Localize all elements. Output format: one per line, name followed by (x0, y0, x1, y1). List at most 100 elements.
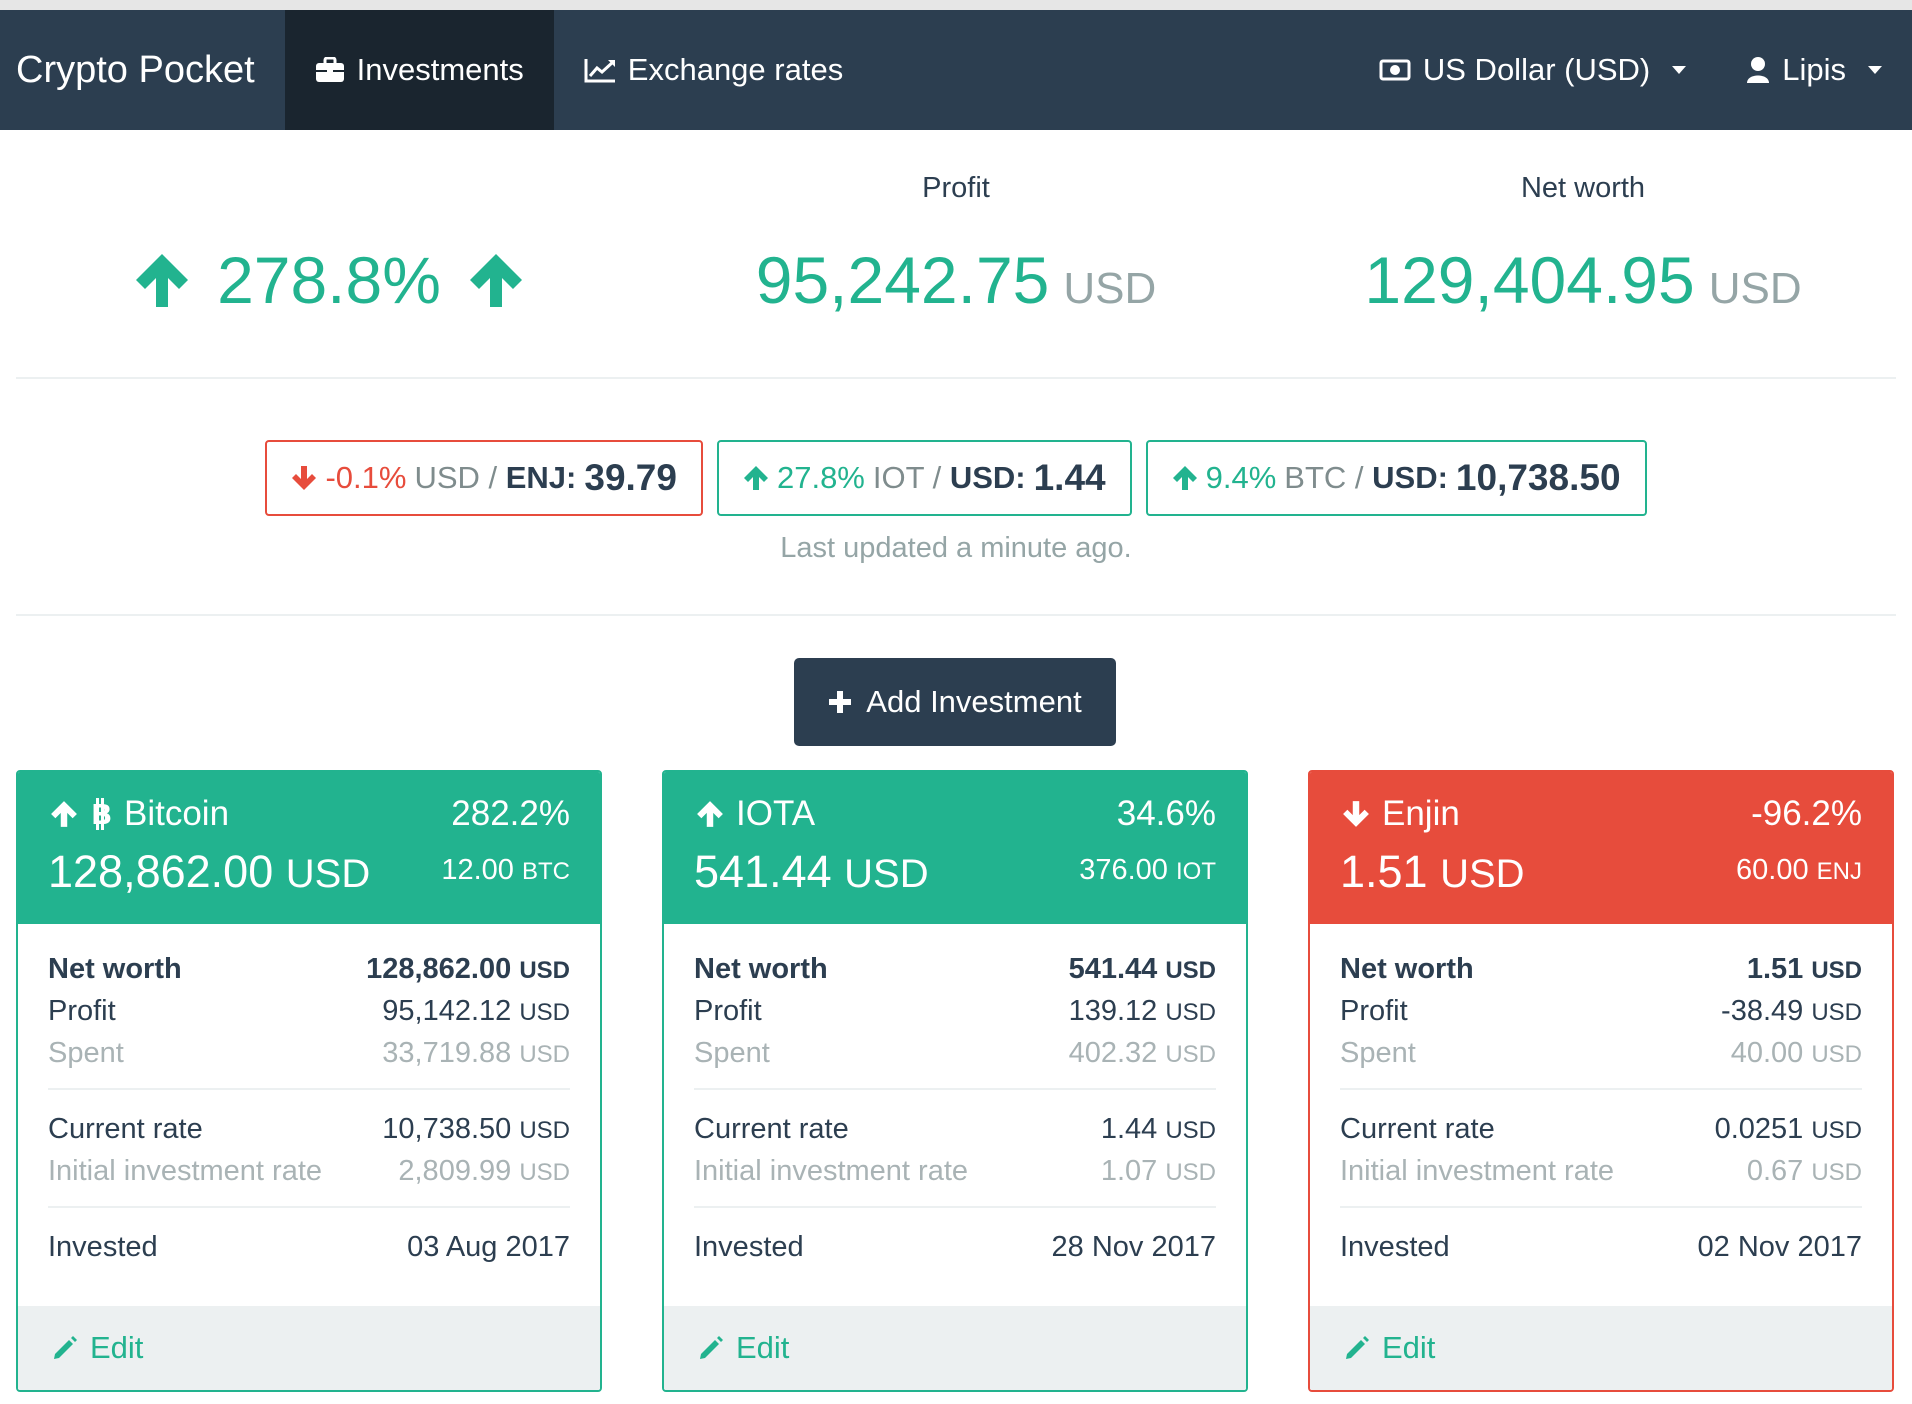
rate-value: 39.79 (584, 457, 677, 498)
card-name: IOTA (736, 794, 816, 833)
nav-investments-label: Investments (356, 52, 524, 87)
current-rate-row: Current rate 0.0251 USD (1340, 1112, 1862, 1145)
divider (16, 377, 1896, 379)
navbar: Crypto Pocket Investments Exchange rates… (0, 10, 1912, 130)
current-rate-row: Current rate 10,738.50 USD (48, 1112, 570, 1145)
divider (1340, 1206, 1862, 1208)
summary-percent-value: 278.8% (217, 243, 441, 317)
arrow-up-icon (743, 465, 769, 491)
rate-box-usd-enj[interactable]: -0.1% USD / ENJ: 39.79 (265, 440, 703, 516)
initial-rate-row: Initial investment rate 2,809.99 USD (48, 1154, 570, 1187)
investment-card-iota: IOTA 34.6% 541.44 USD 376.00 IOT Net wor… (662, 770, 1248, 1392)
current-rate-row: Current rate 1.44 USD (694, 1112, 1216, 1145)
card-header: IOTA 34.6% 541.44 USD 376.00 IOT (664, 772, 1246, 924)
invested-row: Invested 03 Aug 2017 (48, 1230, 570, 1263)
rate-box-btc-usd[interactable]: 9.4% BTC / USD: 10,738.50 (1145, 440, 1647, 516)
card-worth: 541.44 USD (694, 846, 929, 897)
edit-label: Edit (90, 1330, 144, 1365)
brand-link[interactable]: Crypto Pocket (0, 10, 285, 130)
summary-networth-value: 129,404.95 (1364, 243, 1695, 317)
divider (1340, 1088, 1862, 1090)
profit-row: Profit 95,142.12 USD (48, 994, 570, 1027)
summary-profit-unit: USD (1063, 264, 1157, 313)
line-chart-icon (584, 57, 616, 83)
edit-label: Edit (736, 1330, 790, 1365)
initial-rate-row: Initial investment rate 1.07 USD (694, 1154, 1216, 1187)
card-header: B Bitcoin 282.2% 128,862.00 USD 12.00 BT… (18, 772, 600, 924)
currency-label: US Dollar (USD) (1422, 52, 1651, 87)
edit-label: Edit (1382, 1330, 1436, 1365)
plus-icon (828, 690, 852, 714)
spent-row: Spent 402.32 USD (694, 1036, 1216, 1069)
portfolio-summary: 278.8% Profit 95,242.75 USD Net worth 12… (16, 130, 1896, 378)
exchange-rate-list: -0.1% USD / ENJ: 39.79 27.8% IOT / USD: … (0, 440, 1912, 516)
rate-value: 1.44 (1033, 457, 1106, 498)
card-worth: 128,862.00 USD (48, 846, 371, 897)
add-investment-label: Add Investment (866, 684, 1082, 719)
card-name: Bitcoin (124, 794, 230, 833)
profit-row: Profit 139.12 USD (694, 994, 1216, 1027)
divider (48, 1206, 570, 1208)
briefcase-icon (315, 57, 345, 83)
pencil-icon (698, 1335, 724, 1361)
money-icon (1379, 59, 1411, 81)
top-strip (0, 0, 1912, 10)
card-percent: 34.6% (1116, 794, 1216, 833)
divider (16, 614, 1896, 616)
invested-row: Invested 28 Nov 2017 (694, 1230, 1216, 1263)
investment-card-enjin: Enjin -96.2% 1.51 USD 60.00 ENJ Net wort… (1308, 770, 1894, 1392)
summary-profit-value: 95,242.75 (755, 243, 1050, 317)
rate-pair: IOT / USD: (872, 460, 1026, 495)
invested-row: Invested 02 Nov 2017 (1340, 1230, 1862, 1263)
edit-button[interactable]: Edit (664, 1306, 1246, 1390)
spent-row: Spent 33,719.88 USD (48, 1036, 570, 1069)
pencil-icon (1344, 1335, 1370, 1361)
edit-button[interactable]: Edit (18, 1306, 600, 1390)
arrow-up-icon (133, 251, 191, 309)
nav-exchange-rates[interactable]: Exchange rates (554, 10, 873, 130)
rate-percent: 9.4% (1205, 460, 1277, 495)
card-amount: 376.00 IOT (1079, 854, 1216, 886)
divider (48, 1088, 570, 1090)
summary-percent: 278.8% (16, 130, 642, 318)
arrow-up-icon (467, 251, 525, 309)
summary-networth-label: Net worth (1520, 172, 1646, 204)
card-header: Enjin -96.2% 1.51 USD 60.00 ENJ (1310, 772, 1892, 924)
edit-button[interactable]: Edit (1310, 1306, 1892, 1390)
rate-percent: -0.1% (325, 460, 407, 495)
rate-box-iot-usd[interactable]: 27.8% IOT / USD: 1.44 (716, 440, 1132, 516)
rate-value: 10,738.50 (1455, 457, 1621, 498)
rate-percent: 27.8% (776, 460, 865, 495)
chevron-down-icon (1868, 66, 1882, 74)
summary-profit-label: Profit (922, 172, 990, 204)
summary-networth: Net worth 129,404.95 USD (1270, 130, 1896, 318)
card-percent: -96.2% (1751, 794, 1862, 833)
spent-row: Spent 40.00 USD (1340, 1036, 1862, 1069)
investment-card-bitcoin: B Bitcoin 282.2% 128,862.00 USD 12.00 BT… (16, 770, 602, 1392)
user-dropdown[interactable]: Lipis (1716, 10, 1912, 130)
nav-investments[interactable]: Investments (284, 10, 554, 130)
nav-exchange-rates-label: Exchange rates (627, 52, 844, 87)
chevron-down-icon (1672, 66, 1687, 74)
summary-networth-unit: USD (1708, 264, 1802, 313)
rate-pair: USD / ENJ: (414, 460, 577, 495)
currency-dropdown[interactable]: US Dollar (USD) (1349, 10, 1716, 130)
rates-updated-text: Last updated a minute ago. (780, 532, 1132, 564)
arrow-down-icon (1342, 800, 1370, 828)
card-amount: 12.00 BTC (441, 854, 570, 886)
arrow-up-icon (1172, 465, 1198, 491)
arrow-up-icon (50, 800, 78, 828)
user-label: Lipis (1782, 52, 1846, 87)
initial-rate-row: Initial investment rate 0.67 USD (1340, 1154, 1862, 1187)
bitcoin-icon: B (90, 798, 112, 830)
card-percent: 282.2% (451, 794, 570, 833)
net-worth-row: Net worth 1.51 USD (1340, 952, 1862, 985)
summary-profit: Profit 95,242.75 USD (643, 130, 1269, 318)
card-amount: 60.00 ENJ (1736, 854, 1862, 886)
divider (694, 1206, 1216, 1208)
card-worth: 1.51 USD (1340, 846, 1525, 897)
user-icon (1746, 56, 1770, 84)
pencil-icon (52, 1335, 78, 1361)
add-investment-button[interactable]: Add Investment (794, 658, 1116, 746)
net-worth-row: Net worth 541.44 USD (694, 952, 1216, 985)
